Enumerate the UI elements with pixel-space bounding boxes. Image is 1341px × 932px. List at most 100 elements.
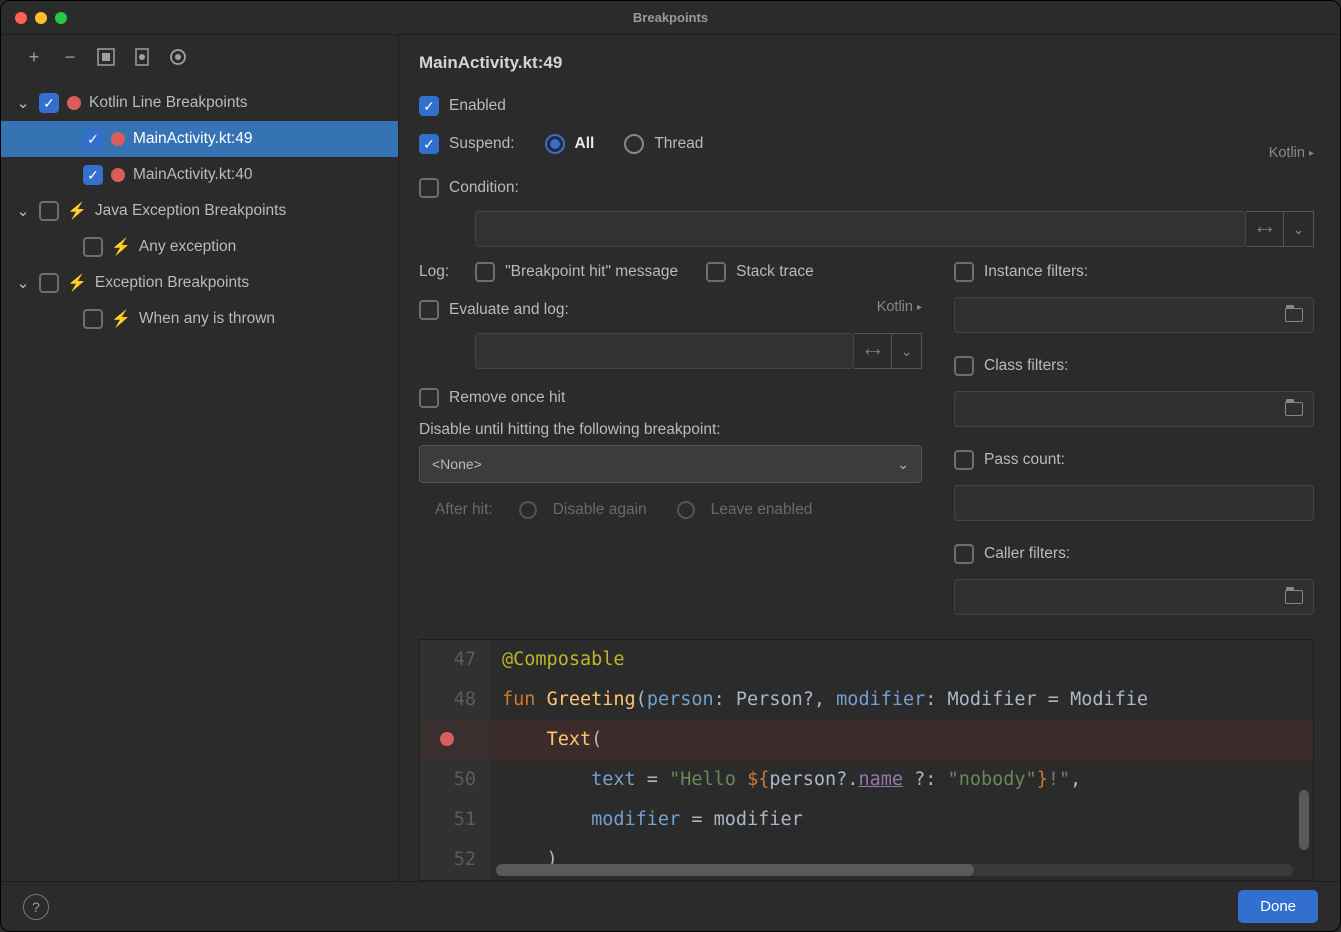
pass-count-input[interactable]: [954, 485, 1314, 521]
breakpoint-detail-panel: MainActivity.kt:49 Enabled Suspend: All …: [399, 35, 1340, 881]
checkbox[interactable]: [83, 309, 103, 329]
log-label: Log:: [419, 263, 449, 281]
suspend-checkbox[interactable]: [419, 134, 439, 154]
exception-icon: ⚡: [111, 237, 131, 257]
suspend-all-radio[interactable]: [545, 134, 565, 154]
tree-item-when-any-thrown[interactable]: ⚡ When any is thrown: [1, 301, 398, 337]
tree-label: When any is thrown: [139, 310, 275, 328]
titlebar: Breakpoints: [1, 1, 1340, 35]
tree-item-any-exception[interactable]: ⚡ Any exception: [1, 229, 398, 265]
tree-label: MainActivity.kt:40: [133, 166, 252, 184]
instance-filters-input[interactable]: [954, 297, 1314, 333]
log-hit-checkbox[interactable]: [475, 262, 495, 282]
tree-group-kotlin-line[interactable]: ⌄ Kotlin Line Breakpoints: [1, 85, 398, 121]
pass-count-label: Pass count:: [984, 451, 1065, 469]
tree-item-mainactivity-40[interactable]: MainActivity.kt:40: [1, 157, 398, 193]
group-by-package-icon[interactable]: [95, 46, 117, 68]
gutter[interactable]: 48: [420, 680, 490, 720]
expand-icon[interactable]: ⤢: [1246, 211, 1284, 247]
remove-once-checkbox[interactable]: [419, 388, 439, 408]
suspend-thread-label: Thread: [654, 135, 703, 153]
group-by-file-icon[interactable]: [131, 46, 153, 68]
tree-item-mainactivity-49[interactable]: MainActivity.kt:49: [1, 121, 398, 157]
exception-icon: ⚡: [67, 273, 87, 293]
class-filters-label: Class filters:: [984, 357, 1068, 375]
class-filters-input[interactable]: [954, 391, 1314, 427]
checkbox[interactable]: [83, 165, 103, 185]
caller-filters-input[interactable]: [954, 579, 1314, 615]
caller-filters-checkbox[interactable]: [954, 544, 974, 564]
condition-lang-hint[interactable]: Kotlin ▸: [1269, 145, 1314, 161]
tree-label: Java Exception Breakpoints: [95, 202, 286, 220]
exception-icon: ⚡: [111, 309, 131, 329]
chevron-down-icon[interactable]: ⌄: [15, 274, 31, 293]
exception-icon: ⚡: [67, 201, 87, 221]
dropdown-icon[interactable]: ⌄: [892, 333, 922, 369]
suspend-label: Suspend:: [449, 135, 515, 153]
class-filters-checkbox[interactable]: [954, 356, 974, 376]
pass-count-checkbox[interactable]: [954, 450, 974, 470]
gutter[interactable]: 51: [420, 800, 490, 840]
breakpoints-dialog: Breakpoints + − ⌄ Kotlin Line Breakpoint…: [0, 0, 1341, 932]
expand-icon[interactable]: ⤢: [854, 333, 892, 369]
code-preview[interactable]: 47@Composable 48fun Greeting(person: Per…: [419, 639, 1314, 881]
gutter[interactable]: 50: [420, 760, 490, 800]
after-disable-radio: [519, 501, 537, 519]
horizontal-scrollbar[interactable]: [496, 864, 1293, 876]
breakpoint-icon: [111, 132, 125, 146]
eval-checkbox[interactable]: [419, 300, 439, 320]
breakpoint-tree[interactable]: ⌄ Kotlin Line Breakpoints MainActivity.k…: [1, 79, 398, 337]
chevron-icon: ▸: [1309, 148, 1314, 159]
view-options-icon[interactable]: [167, 46, 189, 68]
tree-toolbar: + −: [1, 35, 398, 79]
breakpoint-icon: [111, 168, 125, 182]
gutter[interactable]: 47: [420, 640, 490, 680]
tree-label: Exception Breakpoints: [95, 274, 249, 292]
disable-until-select[interactable]: <None> ⌄: [419, 445, 922, 483]
breakpoint-icon[interactable]: [440, 732, 454, 746]
browse-icon[interactable]: [1285, 402, 1303, 416]
instance-filters-checkbox[interactable]: [954, 262, 974, 282]
log-hit-label: "Breakpoint hit" message: [505, 263, 678, 281]
gutter[interactable]: 52: [420, 840, 490, 880]
tree-label: Kotlin Line Breakpoints: [89, 94, 248, 112]
done-button[interactable]: Done: [1238, 890, 1318, 923]
remove-once-label: Remove once hit: [449, 389, 565, 407]
after-leave-label: Leave enabled: [711, 501, 813, 519]
checkbox[interactable]: [39, 93, 59, 113]
breakpoint-icon: [67, 96, 81, 110]
checkbox[interactable]: [83, 129, 103, 149]
vertical-scrollbar[interactable]: [1299, 790, 1309, 850]
remove-icon[interactable]: −: [59, 46, 81, 68]
chevron-down-icon[interactable]: ⌄: [15, 94, 31, 113]
checkbox[interactable]: [39, 201, 59, 221]
checkbox[interactable]: [39, 273, 59, 293]
log-stack-checkbox[interactable]: [706, 262, 726, 282]
condition-input[interactable]: [475, 211, 1246, 247]
disable-until-label: Disable until hitting the following brea…: [419, 421, 922, 439]
suspend-all-label: All: [575, 135, 595, 153]
condition-label: Condition:: [449, 179, 519, 197]
dialog-footer: ? Done: [1, 881, 1340, 931]
tree-group-java-exception[interactable]: ⌄ ⚡ Java Exception Breakpoints: [1, 193, 398, 229]
after-hit-label: After hit:: [435, 501, 493, 519]
browse-icon[interactable]: [1285, 590, 1303, 604]
enabled-label: Enabled: [449, 97, 506, 115]
caller-filters-label: Caller filters:: [984, 545, 1070, 563]
checkbox[interactable]: [83, 237, 103, 257]
suspend-thread-radio[interactable]: [624, 134, 644, 154]
browse-icon[interactable]: [1285, 308, 1303, 322]
eval-lang-hint[interactable]: Kotlin ▸: [877, 299, 922, 315]
enabled-checkbox[interactable]: [419, 96, 439, 116]
chevron-down-icon[interactable]: ⌄: [15, 202, 31, 221]
tree-group-exception[interactable]: ⌄ ⚡ Exception Breakpoints: [1, 265, 398, 301]
eval-input[interactable]: [475, 333, 854, 369]
tree-label: MainActivity.kt:49: [133, 130, 252, 148]
help-button[interactable]: ?: [23, 894, 49, 920]
tree-label: Any exception: [139, 238, 236, 256]
gutter[interactable]: [420, 720, 490, 760]
dropdown-icon[interactable]: ⌄: [1284, 211, 1314, 247]
condition-checkbox[interactable]: [419, 178, 439, 198]
add-icon[interactable]: +: [23, 46, 45, 68]
eval-label: Evaluate and log:: [449, 301, 569, 319]
